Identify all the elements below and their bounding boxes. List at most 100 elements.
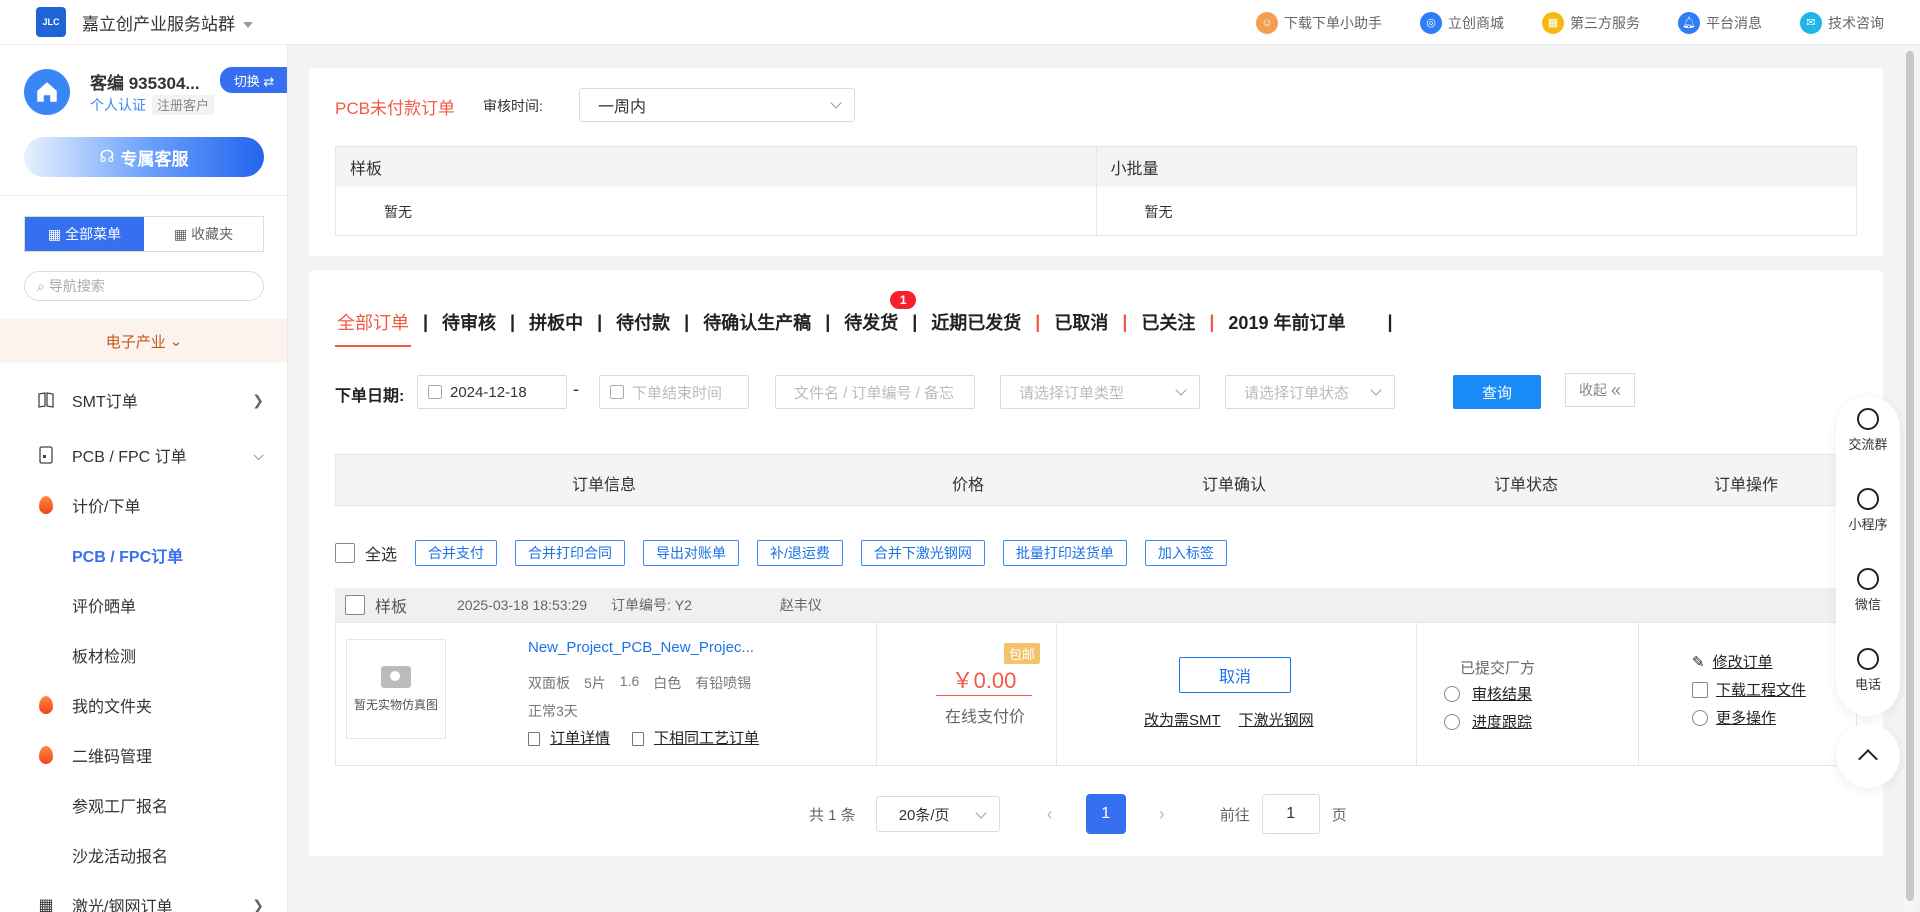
float-item-miniprogram[interactable]: 小程序 bbox=[1836, 488, 1900, 533]
industry-selector[interactable]: 电子产业 ⌄ bbox=[0, 319, 287, 363]
sidebar-item-pcb-fpc-order-list[interactable]: PCB / FPC订单 bbox=[0, 530, 287, 580]
top-link-mall[interactable]: ◎ 立创商城 bbox=[1420, 11, 1504, 34]
dedicated-service-button[interactable]: ☊ 专属客服 bbox=[24, 137, 264, 177]
personal-cert-tag[interactable]: 个人认证 bbox=[90, 95, 146, 115]
float-item-group[interactable]: 交流群 bbox=[1836, 408, 1900, 453]
sidebar-item-label: 板材检测 bbox=[72, 649, 137, 666]
mall-icon: ◎ bbox=[1420, 11, 1442, 34]
back-to-top-button[interactable] bbox=[1836, 724, 1900, 788]
change-to-smt-link[interactable]: 改为需SMT bbox=[1144, 709, 1221, 730]
merge-pay-button[interactable]: 合并支付 bbox=[415, 540, 498, 566]
top-link-third-party[interactable]: ▦ 第三方服务 bbox=[1542, 11, 1640, 34]
tab-followed[interactable]: 已关注 bbox=[1139, 309, 1197, 335]
order-type-select[interactable]: 请选择订单类型 bbox=[1000, 375, 1200, 409]
order-kind: 样板 bbox=[375, 599, 408, 616]
tab-pending-shipment[interactable]: 待发货 1 bbox=[842, 291, 917, 335]
same-process-order-link[interactable]: 下相同工艺订单 bbox=[632, 727, 759, 748]
top-link-assistant[interactable]: ☺ 下载下单小助手 bbox=[1256, 11, 1382, 34]
order-detail-link[interactable]: 订单详情 bbox=[528, 727, 610, 748]
row-checkbox[interactable] bbox=[345, 595, 365, 615]
start-date-input[interactable]: 2024-12-18 bbox=[417, 375, 567, 409]
page-number-current[interactable]: 1 bbox=[1085, 794, 1126, 834]
switch-account-button[interactable]: 切换 ⇄ bbox=[220, 67, 287, 93]
sidebar-item-factory-visit[interactable]: 参观工厂报名 bbox=[0, 780, 287, 830]
tab-pending-payment[interactable]: 待付款 bbox=[614, 309, 672, 335]
chevron-right-icon: ❯ bbox=[252, 391, 264, 408]
order-stencil-link[interactable]: 下激光钢网 bbox=[1239, 709, 1314, 730]
tab-recently-shipped[interactable]: 近期已发货 bbox=[929, 309, 1023, 335]
sidebar-item-my-folder[interactable]: 我的文件夹 bbox=[0, 680, 287, 730]
tab-all-orders[interactable]: 全部订单 bbox=[335, 309, 411, 347]
more-actions-link[interactable]: 更多操作 bbox=[1692, 707, 1776, 728]
clock-icon bbox=[1444, 713, 1460, 730]
keyword-input[interactable]: 文件名 / 订单编号 / 备忘 bbox=[775, 375, 975, 409]
brand-title: 嘉立创产业服务站群 bbox=[82, 14, 235, 34]
download-files-link[interactable]: 下载工程文件 bbox=[1692, 679, 1806, 700]
scrollbar-thumb[interactable] bbox=[1906, 51, 1914, 901]
product-thumbnail[interactable]: 暂无实物仿真图 bbox=[346, 639, 446, 739]
audit-result-link[interactable]: 审核结果 bbox=[1444, 683, 1532, 704]
tab-pending-confirm[interactable]: 待确认生产稿 bbox=[701, 309, 813, 335]
tab-cancelled[interactable]: 已取消 bbox=[1052, 309, 1110, 335]
start-date-value: 2024-12-18 bbox=[450, 383, 527, 401]
sidebar-item-label: PCB / FPC订单 bbox=[72, 549, 184, 566]
sidebar-item-board-testing[interactable]: 板材检测 bbox=[0, 630, 287, 680]
query-button[interactable]: 查询 bbox=[1453, 375, 1541, 409]
tab-favorites[interactable]: ▦ 收藏夹 bbox=[144, 217, 263, 251]
progress-tracking-link[interactable]: 进度跟踪 bbox=[1444, 711, 1532, 732]
sidebar-item-smt-orders[interactable]: SMT订单 ❯ bbox=[0, 375, 287, 425]
cancel-order-button[interactable]: 取消 bbox=[1179, 657, 1291, 693]
page-size-select[interactable]: 20条/页 bbox=[875, 796, 1000, 832]
edit-order-link[interactable]: ✎ 修改订单 bbox=[1692, 651, 1773, 672]
sidebar-item-label: 评价晒单 bbox=[72, 599, 137, 616]
nav-search-input[interactable]: ⌕ 导航搜索 bbox=[24, 271, 264, 301]
prev-page-button[interactable]: ‹ bbox=[1030, 804, 1070, 825]
unpaid-title: PCB未付款订单 bbox=[335, 99, 455, 118]
top-link-tech-support[interactable]: ✉ 技术咨询 bbox=[1800, 11, 1884, 34]
tab-panelizing[interactable]: 拼板中 bbox=[527, 309, 585, 335]
collapse-filters-button[interactable]: 收起 « bbox=[1565, 373, 1635, 407]
floating-contact-bar: 交流群 小程序 微信 电话 bbox=[1836, 396, 1900, 716]
site-group-switcher[interactable]: 嘉立创产业服务站群 bbox=[82, 10, 253, 35]
scrollbar[interactable] bbox=[1904, 45, 1916, 912]
order-status-select[interactable]: 请选择订单状态 bbox=[1225, 375, 1395, 409]
next-page-button[interactable]: › bbox=[1142, 804, 1182, 825]
goto-page-input[interactable]: 1 bbox=[1261, 794, 1320, 834]
tab-pending-review[interactable]: 待审核 bbox=[440, 309, 498, 335]
sidebar-item-qrcode[interactable]: 二维码管理 bbox=[0, 730, 287, 780]
batch-print-delivery-button[interactable]: 批量打印送货单 bbox=[1002, 540, 1127, 566]
sidebar-item-reviews[interactable]: 评价晒单 bbox=[0, 580, 287, 630]
unpaid-table: 样板 暂无 小批量 暂无 bbox=[335, 146, 1857, 236]
avatar[interactable] bbox=[24, 69, 70, 115]
date-dash: - bbox=[573, 379, 579, 399]
count-badge: 1 bbox=[890, 291, 917, 309]
tab-before-2019[interactable]: 2019 年前订单 bbox=[1226, 309, 1347, 335]
merge-print-contract-button[interactable]: 合并打印合同 bbox=[515, 540, 626, 566]
spec-color: 白色 bbox=[653, 675, 682, 691]
sidebar-item-pcb-fpc-orders[interactable]: PCB / FPC 订单 ⌵ bbox=[0, 430, 287, 480]
merge-laser-stencil-button[interactable]: 合并下激光钢网 bbox=[860, 540, 985, 566]
bell-icon: 🔔︎ bbox=[1678, 11, 1700, 34]
tab-label: 全部菜单 bbox=[65, 226, 122, 242]
sidebar-item-salon[interactable]: 沙龙活动报名 bbox=[0, 830, 287, 880]
sidebar-item-laser-stencil[interactable]: ▦ 激光/钢网订单 ❯ bbox=[0, 880, 287, 912]
export-statement-button[interactable]: 导出对账单 bbox=[643, 540, 740, 566]
float-item-wechat[interactable]: 微信 bbox=[1836, 568, 1900, 613]
sidebar-item-quote-order[interactable]: 计价/下单 bbox=[0, 480, 287, 530]
audit-time-select[interactable]: 一周内 bbox=[579, 88, 855, 122]
float-item-phone[interactable]: 电话 bbox=[1836, 648, 1900, 693]
shipping-fee-button[interactable]: 补/退运费 bbox=[757, 540, 843, 566]
tab-all-menu[interactable]: ▦ 全部菜单 bbox=[25, 217, 144, 251]
tab-separator: | bbox=[825, 311, 831, 332]
end-date-input[interactable]: 下单结束时间 bbox=[599, 375, 749, 409]
product-name-link[interactable]: New_Project_PCB_New_Projec... bbox=[528, 639, 754, 656]
jlc-logo[interactable]: JLC bbox=[36, 7, 66, 37]
order-date-label: 下单日期: bbox=[335, 388, 405, 405]
column-header: 样板 bbox=[336, 147, 1096, 187]
top-link-messages[interactable]: 🔔︎ 平台消息 bbox=[1678, 11, 1762, 34]
keyword-placeholder: 文件名 / 订单编号 / 备忘 bbox=[794, 384, 955, 402]
add-tag-button[interactable]: 加入标签 bbox=[1144, 540, 1227, 566]
select-all-checkbox[interactable] bbox=[335, 543, 355, 563]
total-count: 共 1 条 bbox=[809, 806, 856, 824]
top-links: ☺ 下载下单小助手 ◎ 立创商城 ▦ 第三方服务 🔔︎ 平台消息 ✉ 技术咨询 bbox=[1256, 0, 1884, 45]
